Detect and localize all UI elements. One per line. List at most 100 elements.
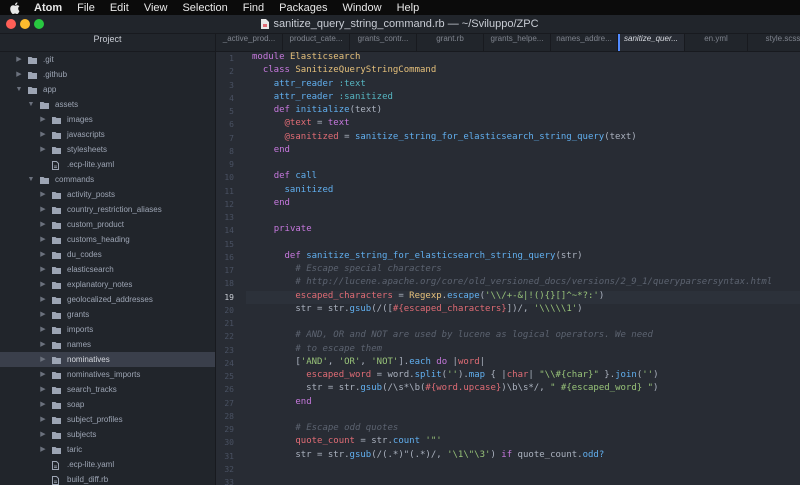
tree-folder[interactable]: ▼ commands <box>0 172 215 187</box>
menu-find[interactable]: Find <box>243 2 264 14</box>
chevron-right-icon[interactable]: ▶ <box>39 281 47 289</box>
chevron-right-icon[interactable]: ▶ <box>39 251 47 259</box>
chevron-right-icon[interactable]: ▶ <box>39 311 47 319</box>
tree-folder[interactable]: ▶ javascripts <box>0 127 215 142</box>
chevron-right-icon[interactable]: ▶ <box>39 341 47 349</box>
chevron-down-icon[interactable]: ▼ <box>15 86 23 94</box>
tree-folder[interactable]: ▶ country_restriction_aliases <box>0 202 215 217</box>
code-line[interactable]: end <box>252 198 290 211</box>
code-line[interactable]: str = str.gsub(/\s*\b(#{word.upcase})\b\… <box>252 383 658 396</box>
editor-tab[interactable]: style.scss <box>748 34 800 51</box>
code-line[interactable]: sanitized <box>252 185 334 198</box>
code-line[interactable]: end <box>252 397 311 410</box>
tree-folder[interactable]: ▶ subject_profiles <box>0 412 215 427</box>
tree-folder[interactable]: ▶ customs_heading <box>0 232 215 247</box>
tree-folder[interactable]: ▶ grants <box>0 307 215 322</box>
chevron-right-icon[interactable]: ▶ <box>15 71 23 79</box>
editor-tab[interactable]: sanitize_quer... <box>618 34 685 51</box>
chevron-down-icon[interactable]: ▼ <box>27 176 35 184</box>
code-line[interactable]: str = str.gsub(/([#{escaped_characters}]… <box>252 304 582 317</box>
tree-folder[interactable]: ▶ taric <box>0 442 215 457</box>
tree-file[interactable]: .ecp-lite.yaml <box>0 457 215 472</box>
tree-folder[interactable]: ▶ images <box>0 112 215 127</box>
menu-window[interactable]: Window <box>342 2 381 14</box>
code-line[interactable]: def call <box>252 171 317 184</box>
editor-tab[interactable]: grants_contr... <box>350 34 417 51</box>
chevron-right-icon[interactable]: ▶ <box>39 236 47 244</box>
code-line[interactable]: str = str.gsub(/(.*)"(.*)/, '\1\"\3') if… <box>252 450 604 463</box>
chevron-right-icon[interactable]: ▶ <box>39 446 47 454</box>
tree-folder[interactable]: ▶ du_codes <box>0 247 215 262</box>
code-line[interactable]: end <box>252 145 290 158</box>
chevron-right-icon[interactable]: ▶ <box>39 296 47 304</box>
code-line[interactable]: attr_reader :sanitized <box>252 92 393 105</box>
tree-file[interactable]: build_diff.rb <box>0 472 215 485</box>
code-line[interactable]: # Escape odd quotes <box>252 423 398 436</box>
tree-folder[interactable]: ▼ assets <box>0 97 215 112</box>
menu-selection[interactable]: Selection <box>182 2 227 14</box>
chevron-right-icon[interactable]: ▶ <box>39 401 47 409</box>
code-line[interactable]: # Escape special characters <box>252 264 441 277</box>
code-line[interactable]: @sanitized = sanitize_string_for_elastic… <box>252 132 637 145</box>
tree-folder[interactable]: ▶ geolocalized_addresses <box>0 292 215 307</box>
menu-view[interactable]: View <box>144 2 168 14</box>
code-line[interactable]: def sanitize_string_for_elasticsearch_st… <box>252 251 583 264</box>
tree-folder[interactable]: ▼ app <box>0 82 215 97</box>
tree-folder[interactable]: ▶ explanatory_notes <box>0 277 215 292</box>
tree-folder[interactable]: ▶ names <box>0 337 215 352</box>
tree-folder[interactable]: ▶ subjects <box>0 427 215 442</box>
code-line[interactable]: private <box>252 224 312 237</box>
editor-tab[interactable]: grant.rb <box>417 34 484 51</box>
tree-folder[interactable]: ▶ search_tracks <box>0 382 215 397</box>
chevron-right-icon[interactable]: ▶ <box>39 431 47 439</box>
menu-help[interactable]: Help <box>397 2 420 14</box>
tree-folder[interactable]: ▶ custom_product <box>0 217 215 232</box>
editor-tab[interactable]: _active_prod... <box>216 34 283 51</box>
chevron-right-icon[interactable]: ▶ <box>39 356 47 364</box>
chevron-right-icon[interactable]: ▶ <box>39 191 47 199</box>
tree-folder[interactable]: ▶ .github <box>0 67 215 82</box>
chevron-right-icon[interactable]: ▶ <box>39 416 47 424</box>
menu-edit[interactable]: Edit <box>110 2 129 14</box>
tree-folder[interactable]: ▶ imports <box>0 322 215 337</box>
chevron-right-icon[interactable]: ▶ <box>39 146 47 154</box>
tree-folder[interactable]: ▶ .git <box>0 52 215 67</box>
tree-folder[interactable]: ▶ nominatives <box>0 352 215 367</box>
code-line[interactable]: # http://lucene.apache.org/core/old_vers… <box>252 277 772 290</box>
tree-folder[interactable]: ▶ stylesheets <box>0 142 215 157</box>
chevron-down-icon[interactable]: ▼ <box>27 101 35 109</box>
code-line[interactable]: module Elasticsearch <box>252 52 360 65</box>
tree-folder[interactable]: ▶ soap <box>0 397 215 412</box>
tree-folder[interactable]: ▶ nominatives_imports <box>0 367 215 382</box>
chevron-right-icon[interactable]: ▶ <box>39 386 47 394</box>
chevron-right-icon[interactable]: ▶ <box>39 131 47 139</box>
code-line[interactable]: ['AND', 'OR', 'NOT'].each do |word| <box>252 357 485 370</box>
zoom-window-button[interactable] <box>34 19 44 29</box>
editor-tab[interactable]: grants_helpe... <box>484 34 551 51</box>
tree-folder[interactable]: ▶ activity_posts <box>0 187 215 202</box>
code-line[interactable]: @text = text <box>252 118 350 131</box>
editor-tab[interactable]: en.yml <box>685 34 748 51</box>
chevron-right-icon[interactable]: ▶ <box>39 326 47 334</box>
code-editor[interactable]: 1 2 3 4 5 6 7 8 9 10 11 12 13 14 15 16 17 18 19 20 21 22 23 24 2… <box>216 52 800 485</box>
code-line[interactable]: escaped_characters = Regexp.escape('\\/+… <box>252 291 604 304</box>
code-line[interactable]: quote_count = str.count '"' <box>252 436 441 449</box>
chevron-right-icon[interactable]: ▶ <box>39 116 47 124</box>
minimize-window-button[interactable] <box>20 19 30 29</box>
code-line[interactable]: # AND, OR and NOT are used by lucene as … <box>252 330 653 343</box>
chevron-right-icon[interactable]: ▶ <box>39 206 47 214</box>
chevron-right-icon[interactable]: ▶ <box>39 266 47 274</box>
chevron-right-icon[interactable]: ▶ <box>39 221 47 229</box>
code-line[interactable]: class SanitizeQueryStringCommand <box>252 65 436 78</box>
code-line[interactable]: def initialize(text) <box>252 105 382 118</box>
menu-packages[interactable]: Packages <box>279 2 327 14</box>
editor-tab[interactable]: names_addre... <box>551 34 618 51</box>
apple-logo-icon[interactable] <box>10 1 22 14</box>
close-window-button[interactable] <box>6 19 16 29</box>
editor-tab[interactable]: product_cate... <box>283 34 350 51</box>
code-line[interactable]: attr_reader :text <box>252 79 366 92</box>
code-line[interactable]: escaped_word = word.split('').map { |cha… <box>252 370 658 383</box>
chevron-right-icon[interactable]: ▶ <box>15 56 23 64</box>
menu-file[interactable]: File <box>77 2 95 14</box>
menu-app-name[interactable]: Atom <box>34 2 62 14</box>
